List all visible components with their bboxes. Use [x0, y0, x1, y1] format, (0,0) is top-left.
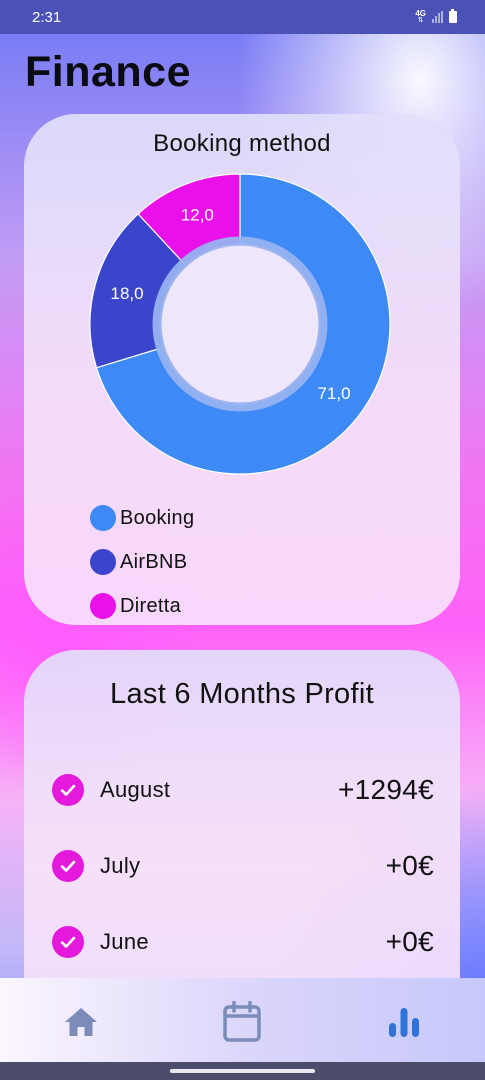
system-gesture-area — [0, 1062, 485, 1080]
profit-row-august[interactable]: August +1294€ — [52, 752, 434, 828]
legend-item-booking: Booking — [90, 496, 194, 540]
status-icons: 4G ⇅ — [415, 9, 457, 25]
legend-dot-booking — [90, 505, 116, 531]
status-bar: 2:31 4G ⇅ — [0, 0, 485, 34]
page-title: Finance — [25, 48, 191, 96]
month-label: July — [100, 853, 141, 878]
status-time: 2:31 — [32, 8, 62, 26]
booking-donut-chart: 71,0 18,0 12,0 — [89, 173, 391, 475]
month-label: June — [100, 929, 149, 954]
nav-home-button[interactable] — [59, 1000, 103, 1044]
chart-legend: Booking AirBNB Diretta — [90, 496, 194, 628]
legend-item-airbnb: AirBNB — [90, 540, 194, 584]
bar-chart-icon — [389, 1008, 419, 1037]
data-arrows-icon: ⇅ — [417, 17, 424, 24]
network-indicator: 4G ⇅ — [415, 10, 426, 25]
profit-card-title: Last 6 Months Profit — [110, 678, 374, 710]
donut-value-label: 71,0 — [317, 384, 350, 403]
donut-value-label: 18,0 — [111, 284, 144, 303]
battery-icon — [449, 9, 457, 23]
legend-label: Booking — [120, 506, 195, 529]
profit-row-june[interactable]: June +0€ — [52, 904, 434, 980]
booking-card-title: Booking method — [153, 130, 331, 157]
nav-calendar-button[interactable] — [220, 1000, 264, 1044]
profit-row-july[interactable]: July +0€ — [52, 828, 434, 904]
donut-value-label: 12,0 — [181, 206, 214, 225]
home-icon — [65, 1008, 97, 1036]
calendar-icon — [223, 1001, 261, 1042]
legend-label: Diretta — [120, 594, 182, 617]
booking-method-card: Booking method 71,0 18,0 12,0 Booking AirB… — [24, 114, 460, 625]
check-circle-icon — [52, 774, 84, 806]
legend-label: AirBNB — [120, 550, 188, 573]
donut-hole — [162, 246, 318, 402]
profit-card: Last 6 Months Profit August +1294€ July … — [24, 650, 460, 1010]
profit-amount: +0€ — [385, 926, 434, 957]
profit-amount: +1294€ — [337, 774, 434, 805]
bottom-navigation — [0, 978, 485, 1062]
legend-dot-airbnb — [90, 549, 116, 575]
profit-list: August +1294€ July +0€ June +0€ — [52, 752, 434, 980]
legend-item-diretta: Diretta — [90, 584, 194, 628]
cellular-signal-icon — [432, 11, 443, 23]
check-circle-icon — [52, 926, 84, 958]
home-gesture-bar[interactable] — [170, 1069, 315, 1073]
check-circle-icon — [52, 850, 84, 882]
month-label: August — [100, 777, 171, 802]
nav-statistics-button[interactable] — [382, 1000, 426, 1044]
legend-dot-diretta — [90, 593, 116, 619]
profit-amount: +0€ — [385, 850, 434, 881]
